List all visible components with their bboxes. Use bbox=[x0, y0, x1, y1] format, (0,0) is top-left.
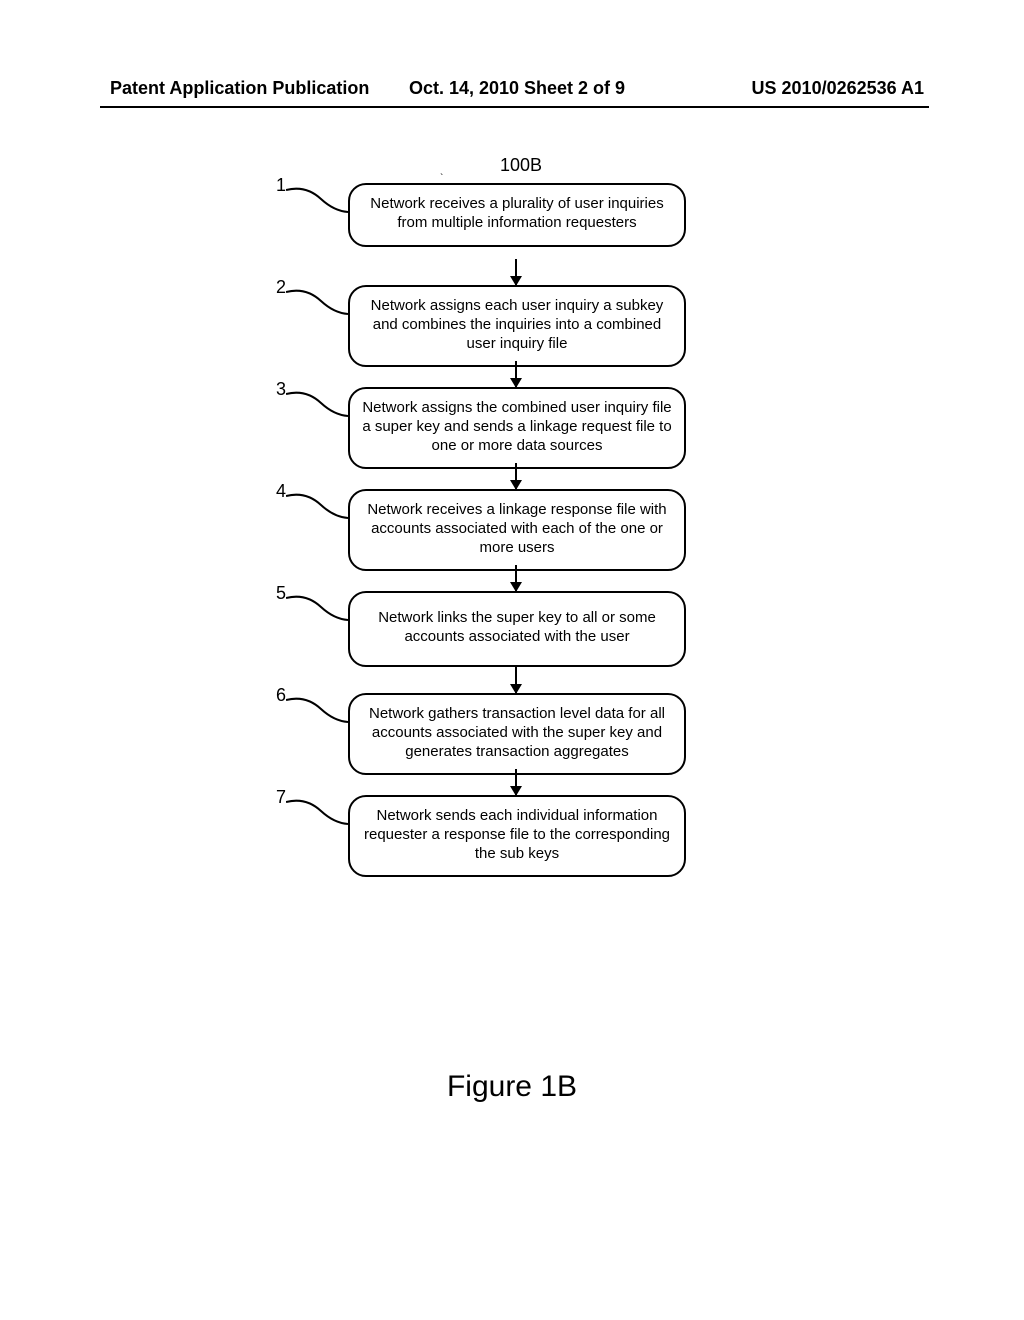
step-4-callout bbox=[286, 493, 348, 527]
header-left: Patent Application Publication bbox=[110, 78, 369, 99]
step-4-box: Network receives a linkage response file… bbox=[348, 489, 686, 571]
arrow-3-4 bbox=[515, 463, 517, 489]
step-2-number: 2 bbox=[276, 277, 286, 298]
step-5-callout bbox=[286, 595, 348, 629]
figure-reference-label: 100B bbox=[500, 155, 542, 176]
arrow-5-6 bbox=[515, 667, 517, 693]
arrow-1-2 bbox=[515, 259, 517, 285]
step-7-box: Network sends each individual informatio… bbox=[348, 795, 686, 877]
figure-caption: Figure 1B bbox=[0, 1070, 1024, 1104]
header-right: US 2010/0262536 A1 bbox=[752, 78, 924, 99]
arrow-4-5 bbox=[515, 565, 517, 591]
step-7-callout bbox=[286, 799, 348, 833]
step-4-number: 4 bbox=[276, 481, 286, 502]
patent-page: Patent Application Publication Oct. 14, … bbox=[0, 0, 1024, 1320]
arrow-2-3 bbox=[515, 361, 517, 387]
step-7-number: 7 bbox=[276, 787, 286, 808]
step-3-callout bbox=[286, 391, 348, 425]
step-1-number: 1 bbox=[276, 175, 286, 196]
step-1-callout bbox=[286, 187, 348, 221]
step-2-box: Network assigns each user inquiry a subk… bbox=[348, 285, 686, 367]
step-5-number: 5 bbox=[276, 583, 286, 604]
arrow-6-7 bbox=[515, 769, 517, 795]
step-6-callout bbox=[286, 697, 348, 731]
page-header: Patent Application Publication Oct. 14, … bbox=[110, 78, 924, 99]
step-6-number: 6 bbox=[276, 685, 286, 706]
step-6-box: Network gathers transaction level data f… bbox=[348, 693, 686, 775]
step-3-box: Network assigns the combined user inquir… bbox=[348, 387, 686, 469]
step-1-box: Network receives a plurality of user inq… bbox=[348, 183, 686, 247]
header-rule bbox=[100, 106, 929, 108]
header-center: Oct. 14, 2010 Sheet 2 of 9 bbox=[409, 78, 625, 99]
step-2-callout bbox=[286, 289, 348, 323]
step-3-number: 3 bbox=[276, 379, 286, 400]
step-5-box: Network links the super key to all or so… bbox=[348, 591, 686, 667]
